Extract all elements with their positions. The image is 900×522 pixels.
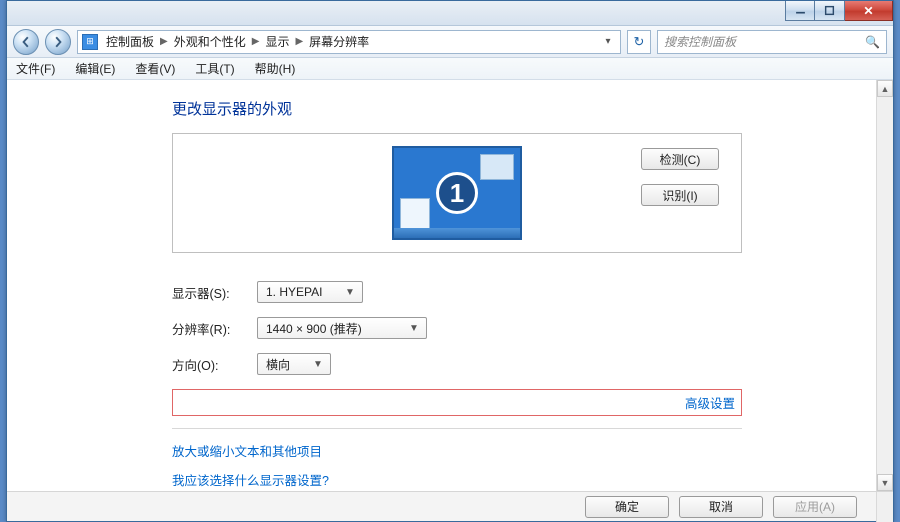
monitor-number-badge: 1 [436, 172, 478, 214]
maximize-button[interactable] [815, 1, 845, 21]
vertical-scrollbar[interactable]: ▲ ▼ [876, 80, 893, 491]
row-resolution: 分辨率(R): 1440 × 900 (推荐) ▼ [172, 317, 876, 339]
back-button[interactable] [13, 29, 39, 55]
which-settings-link[interactable]: 我应该选择什么显示器设置? [172, 470, 876, 489]
search-input[interactable]: 搜索控制面板 🔍 [657, 30, 887, 54]
breadcrumb-item[interactable]: 屏幕分辨率 [307, 33, 371, 50]
search-icon[interactable]: 🔍 [865, 35, 880, 49]
orientation-select-value: 横向 [266, 356, 290, 373]
orientation-select[interactable]: 横向 ▼ [257, 353, 331, 375]
window-miniature-icon [480, 154, 514, 180]
window: ⊞ 控制面板 ▶ 外观和个性化 ▶ 显示 ▶ 屏幕分辨率 ▾ ↻ 搜索控制面板 … [6, 0, 894, 522]
search-placeholder: 搜索控制面板 [664, 33, 736, 50]
close-button[interactable] [845, 1, 893, 21]
chevron-right-icon: ▶ [291, 36, 307, 47]
breadcrumb-item[interactable]: 显示 [263, 33, 291, 50]
menu-file[interactable]: 文件(F) [13, 59, 58, 78]
menu-edit[interactable]: 编辑(E) [72, 59, 118, 78]
menu-help[interactable]: 帮助(H) [252, 59, 299, 78]
identify-button[interactable]: 识别(I) [641, 184, 719, 206]
breadcrumb-item[interactable]: 外观和个性化 [172, 33, 248, 50]
page-title: 更改显示器的外观 [172, 98, 876, 119]
resolution-select[interactable]: 1440 × 900 (推荐) ▼ [257, 317, 427, 339]
label-display: 显示器(S): [172, 283, 257, 302]
detect-button[interactable]: 检测(C) [641, 148, 719, 170]
chevron-down-icon: ▼ [406, 323, 422, 334]
monitor-thumbnail[interactable]: 1 [392, 146, 522, 240]
refresh-button[interactable]: ↻ [627, 30, 651, 54]
display-select-value: 1. HYEPAI [266, 285, 322, 299]
chevron-down-icon: ▼ [342, 287, 358, 298]
ok-button[interactable]: 确定 [585, 496, 669, 518]
row-orientation: 方向(O): 横向 ▼ [172, 353, 876, 375]
address-bar[interactable]: ⊞ 控制面板 ▶ 外观和个性化 ▶ 显示 ▶ 屏幕分辨率 ▾ [77, 30, 621, 54]
taskbar-miniature [394, 228, 520, 238]
menu-view[interactable]: 查看(V) [132, 59, 178, 78]
breadcrumb-item[interactable]: 控制面板 [104, 33, 156, 50]
resolution-select-value: 1440 × 900 (推荐) [266, 320, 362, 337]
content-wrap: 更改显示器的外观 1 检测(C) 识别(I) 显示器(S): 1. HYEPAI [7, 80, 893, 491]
nav-row: ⊞ 控制面板 ▶ 外观和个性化 ▶ 显示 ▶ 屏幕分辨率 ▾ ↻ 搜索控制面板 … [7, 26, 893, 58]
apply-button[interactable]: 应用(A) [773, 496, 857, 518]
menu-tools[interactable]: 工具(T) [192, 59, 237, 78]
scrollbar-footer [876, 492, 893, 522]
row-display: 显示器(S): 1. HYEPAI ▼ [172, 281, 876, 303]
scroll-down-button[interactable]: ▼ [877, 474, 893, 491]
window-miniature-icon [400, 198, 430, 232]
address-dropdown-icon[interactable]: ▾ [600, 36, 616, 47]
cancel-button[interactable]: 取消 [679, 496, 763, 518]
divider [172, 428, 742, 429]
forward-button[interactable] [45, 29, 71, 55]
scroll-up-button[interactable]: ▲ [877, 80, 893, 97]
footer-bar: 确定 取消 应用(A) [7, 491, 893, 521]
caption-buttons [785, 1, 893, 21]
menu-bar: 文件(F) 编辑(E) 查看(V) 工具(T) 帮助(H) [7, 58, 893, 80]
advanced-settings-link[interactable]: 高级设置 [172, 389, 742, 416]
text-size-link[interactable]: 放大或缩小文本和其他项目 [172, 441, 876, 460]
label-resolution: 分辨率(R): [172, 319, 257, 338]
preview-side-buttons: 检测(C) 识别(I) [641, 148, 719, 206]
content: 更改显示器的外观 1 检测(C) 识别(I) 显示器(S): 1. HYEPAI [7, 80, 876, 491]
chevron-right-icon: ▶ [156, 36, 172, 47]
chevron-right-icon: ▶ [248, 36, 264, 47]
control-panel-icon: ⊞ [82, 34, 98, 50]
titlebar[interactable] [7, 1, 893, 26]
display-preview-box: 1 检测(C) 识别(I) [172, 133, 742, 253]
label-orientation: 方向(O): [172, 355, 257, 374]
display-select[interactable]: 1. HYEPAI ▼ [257, 281, 363, 303]
chevron-down-icon: ▼ [310, 359, 326, 370]
minimize-button[interactable] [785, 1, 815, 21]
